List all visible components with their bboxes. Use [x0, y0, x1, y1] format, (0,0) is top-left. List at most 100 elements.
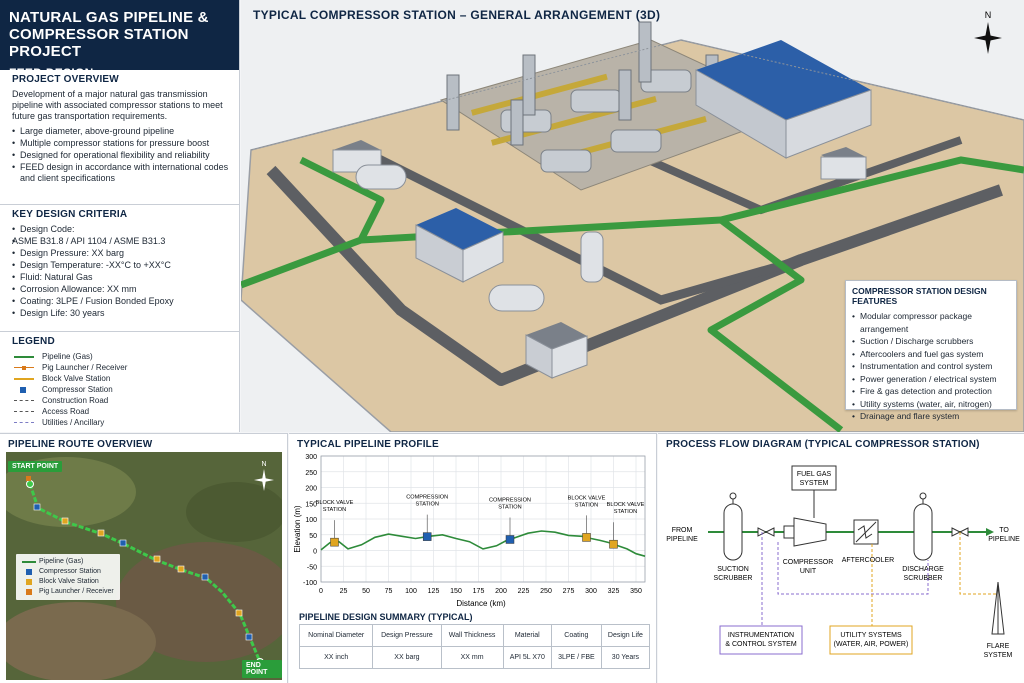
- design-features-card: COMPRESSOR STATION DESIGN FEATURES Modul…: [845, 280, 1017, 422]
- compressor-unit: [783, 517, 827, 547]
- route-map: START POINT END POINT N Pipeline (Gas) C…: [6, 452, 282, 680]
- north-arrow-icon: N: [974, 10, 1002, 54]
- north-label: N: [985, 10, 992, 20]
- inlet-valve-icon: [757, 527, 775, 537]
- legend-item: Block Valve Station: [12, 373, 229, 384]
- compressor-unit-label: COMPRESSOR UNIT: [783, 559, 834, 575]
- block-valve-marker: [582, 533, 591, 542]
- table-cell: API 5L X70: [502, 646, 552, 669]
- discharge-scrubber-vessel: [913, 492, 933, 561]
- feature-item: Drainage and flare system: [852, 410, 1010, 423]
- x-tick-label: 150: [450, 588, 462, 595]
- y-tick-label: 50: [309, 533, 317, 540]
- route-legend-item: Block Valve Station: [22, 577, 114, 587]
- overview-bullet: FEED design in accordance with internati…: [12, 162, 229, 184]
- table-header-cell: Material: [502, 624, 552, 647]
- legend-section: LEGEND Pipeline (Gas) Pig Launcher / Rec…: [0, 332, 239, 432]
- features-heading: COMPRESSOR STATION DESIGN FEATURES: [852, 286, 987, 306]
- table-cell: XX mm: [440, 646, 504, 669]
- start-point-label: START POINT: [8, 461, 63, 472]
- table-row: XX inch XX barg XX mm API 5L X70 3LPE / …: [298, 646, 651, 669]
- table-cell: 3LPE / FBE: [550, 646, 602, 669]
- criteria-item: ASME B31.8 / API 1104 / ASME B31.3: [12, 236, 229, 247]
- feature-item: Fire & gas detection and protection: [852, 385, 1010, 398]
- pig-launcher-icon: [26, 589, 32, 595]
- route-overview-panel: PIPELINE ROUTE OVERVIEW START POINT END …: [0, 433, 288, 683]
- y-tick-label: 250: [305, 470, 317, 477]
- block-valve-icon: [14, 377, 34, 380]
- marker-label: COMPRESSION STATION: [406, 495, 448, 508]
- suction-scrubber-label: SUCTION SCRUBBER: [714, 566, 753, 582]
- feature-item: Instrumentation and control system: [852, 360, 1010, 373]
- criteria-item: Coating: 3LPE / Fusion Bonded Epoxy: [12, 296, 229, 307]
- pipeline-line-icon: [22, 561, 36, 563]
- discharge-scrubber-label: DISCHARGE SCRUBBER: [902, 566, 944, 582]
- criteria-item: Design Pressure: XX barg: [12, 248, 229, 259]
- y-tick-label: 100: [305, 517, 317, 524]
- pipeline-line-icon: [14, 355, 34, 358]
- legend-label: Utilities / Ancillary: [42, 418, 105, 427]
- legend-label: Access Road: [42, 407, 90, 416]
- overview-section: PROJECT OVERVIEW Development of a major …: [0, 70, 239, 205]
- legend-label: Pig Launcher / Receiver: [42, 363, 128, 372]
- table-header-cell: Coating: [550, 624, 602, 647]
- end-point-label: END POINT: [242, 660, 282, 678]
- table-header-cell: Wall Thickness: [440, 624, 504, 647]
- route-legend-label: Pig Launcher / Receiver: [39, 588, 114, 595]
- x-tick-label: 175: [473, 588, 485, 595]
- legend-item: Access Road: [12, 406, 229, 417]
- y-tick-label: 200: [305, 486, 317, 493]
- route-legend-item: Pig Launcher / Receiver: [22, 587, 114, 597]
- scene-title: TYPICAL COMPRESSOR STATION – GENERAL ARR…: [253, 8, 661, 22]
- access-road-icon: [14, 410, 34, 412]
- overview-bullet: Multiple compressor stations for pressur…: [12, 138, 229, 149]
- block-valve-icon: [26, 579, 32, 585]
- legend-label: Block Valve Station: [42, 374, 111, 383]
- feature-item: Aftercoolers and fuel gas system: [852, 348, 1010, 361]
- chart-axes: -100-500501001502002503000 25 50 75 100 125 15…: [303, 454, 646, 595]
- x-tick-label: 250: [540, 588, 552, 595]
- legend-item: Pig Launcher / Receiver: [12, 362, 229, 373]
- table-header-cell: Nominal Diameter: [298, 624, 374, 647]
- feature-item: Utility systems (water, air, nitrogen): [852, 398, 1010, 411]
- title-line-1: NATURAL GAS PIPELINE &: [9, 9, 209, 26]
- y-tick-label: 0: [313, 549, 317, 556]
- chart-grid: [320, 455, 645, 583]
- block-valve-marker: [330, 537, 339, 547]
- x-tick-label: 125: [428, 588, 440, 595]
- feature-item: Power generation / electrical system: [852, 373, 1010, 386]
- legend-heading: LEGEND: [12, 336, 55, 347]
- x-tick-label: 275: [563, 588, 575, 595]
- table-cell: 30 Years: [600, 646, 651, 669]
- route-legend-label: Block Valve Station: [39, 578, 99, 585]
- feature-item: Suction / Discharge scrubbers: [852, 335, 1010, 348]
- utility-box: [829, 625, 913, 655]
- feature-item: Modular compressor package arrangement: [852, 310, 1010, 335]
- criteria-item: Design Life: 30 years: [12, 308, 229, 319]
- criteria-item: Fluid: Natural Gas: [12, 272, 229, 283]
- flare-stack-icon: [991, 581, 1005, 635]
- route-legend-item: Compressor Station: [22, 567, 114, 577]
- compressor-station-icon: [20, 386, 26, 393]
- y-axis-label: Elevation (m): [293, 505, 302, 552]
- ics-box: [719, 625, 803, 655]
- table-header-cell: Design Pressure: [372, 624, 442, 647]
- from-pipeline-label: FROM PIPELINE: [666, 527, 698, 543]
- legend-label: Pipeline (Gas): [42, 352, 93, 361]
- process-flow-diagram: FROM PIPELINE TO PIPELINE SUCTION SCRUBBER …: [666, 465, 1020, 659]
- x-tick-label: 50: [362, 588, 370, 595]
- marker-label: BLOCK VALVE STATION: [568, 495, 606, 508]
- criteria-item: Design Code:: [12, 224, 229, 235]
- x-tick-label: 75: [385, 588, 393, 595]
- title-line-2: COMPRESSOR STATION PROJECT: [9, 26, 189, 60]
- marker-label: BLOCK VALVE STATION: [607, 502, 645, 515]
- title-band: NATURAL GAS PIPELINE & COMPRESSOR STATIO…: [0, 0, 239, 80]
- criteria-section: KEY DESIGN CRITERIA Design Code: ASME B3…: [0, 205, 239, 332]
- x-tick-label: 25: [340, 588, 348, 595]
- legend-label: Construction Road: [42, 396, 109, 405]
- x-tick-label: 200: [495, 588, 507, 595]
- x-axis-label: Distance (km): [456, 599, 506, 608]
- pipeline-profile-panel: TYPICAL PIPELINE PROFILE -100 -50 0 50 100 15…: [289, 433, 657, 683]
- summary-heading: PIPELINE DESIGN SUMMARY (TYPICAL): [299, 612, 473, 622]
- x-tick-label: 100: [405, 588, 417, 595]
